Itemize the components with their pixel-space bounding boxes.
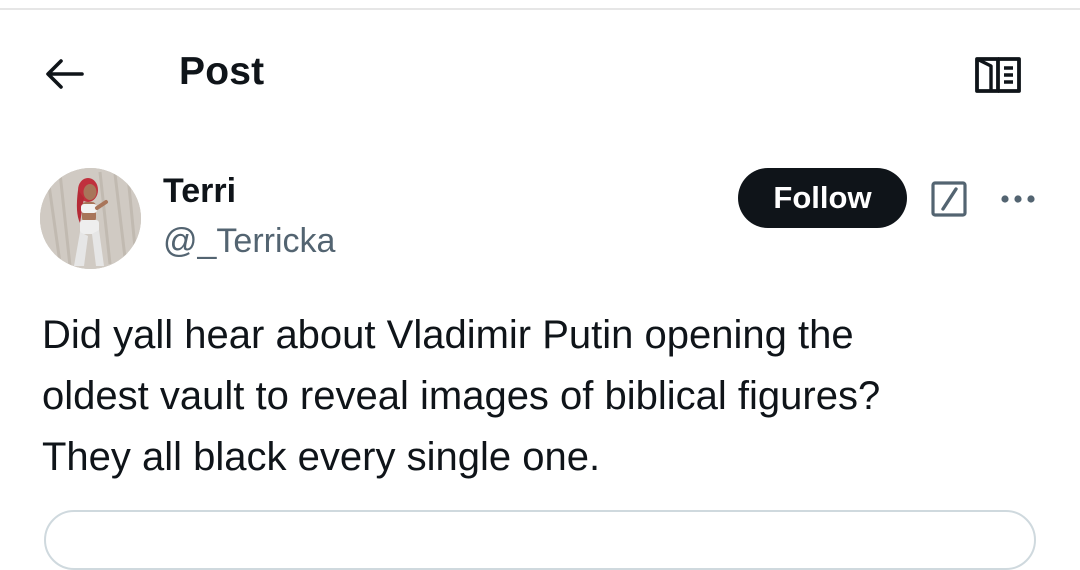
avatar-photo xyxy=(40,168,141,269)
post-text: Did yall hear about Vladimir Putin openi… xyxy=(42,313,881,479)
reader-mode-icon xyxy=(975,57,1021,93)
author-handle[interactable]: @_Terricka xyxy=(163,222,335,261)
grok-button[interactable] xyxy=(928,178,970,220)
page-title: Post xyxy=(179,50,265,93)
follow-button[interactable]: Follow xyxy=(738,168,907,228)
author-display-name[interactable]: Terri xyxy=(163,172,236,211)
more-options-button[interactable] xyxy=(994,180,1042,218)
header-bar: Post xyxy=(0,40,1080,106)
more-icon xyxy=(1001,195,1035,203)
avatar[interactable] xyxy=(40,168,141,269)
media-card-edge[interactable] xyxy=(44,510,1036,570)
top-divider xyxy=(0,8,1080,10)
grok-icon xyxy=(931,181,967,217)
arrow-left-icon xyxy=(46,59,84,89)
back-button[interactable] xyxy=(40,52,88,96)
reader-mode-button[interactable] xyxy=(968,52,1028,98)
